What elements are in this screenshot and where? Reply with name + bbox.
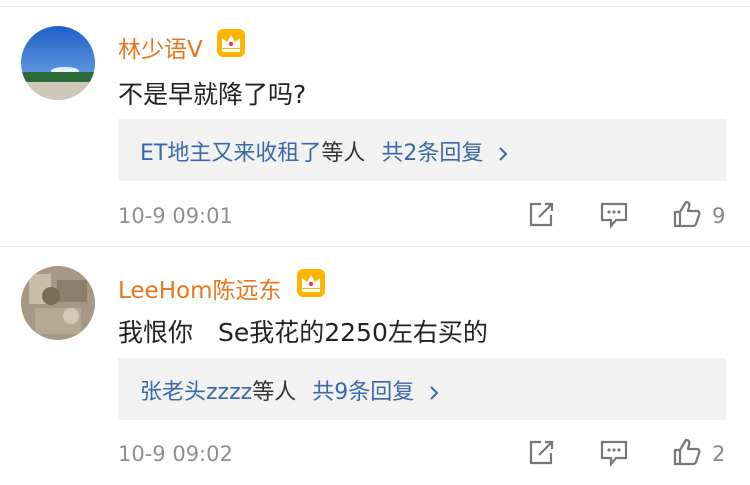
- crown-badge-icon: [297, 269, 325, 297]
- comment-icon[interactable]: [599, 439, 629, 467]
- reply-suffix: 等人: [321, 141, 366, 166]
- username[interactable]: 林少语V: [118, 30, 203, 64]
- avatar[interactable]: [21, 26, 95, 100]
- crown-badge-icon: [217, 29, 245, 57]
- like-icon[interactable]: [672, 437, 702, 467]
- reply-count[interactable]: 共2条回复: [381, 141, 483, 166]
- share-icon[interactable]: [527, 201, 555, 229]
- username[interactable]: LeeHom陈远东: [118, 271, 281, 305]
- comment-item: LeeHom陈远东 我恨你 Se我花的2250左右买的 张老头zzzz等人 共9条…: [0, 246, 750, 485]
- reply-summary[interactable]: 张老头zzzz等人 共9条回复: [118, 358, 726, 420]
- reply-names[interactable]: ET地主又来收租了: [140, 141, 321, 166]
- share-icon[interactable]: [527, 439, 555, 467]
- comment-text: 我恨你 Se我花的2250左右买的: [118, 318, 488, 347]
- reply-suffix: 等人: [252, 380, 297, 405]
- comment-item: 林少语V 不是早就降了吗? ET地主又来收租了等人 共2条回复 10-9 09:0…: [0, 0, 750, 246]
- chevron-right-icon: [499, 147, 508, 161]
- chevron-right-icon: [430, 386, 439, 400]
- reply-summary[interactable]: ET地主又来收租了等人 共2条回复: [118, 119, 726, 181]
- comment-icon[interactable]: [599, 201, 629, 229]
- like-icon[interactable]: [672, 199, 702, 229]
- timestamp: 10-9 09:02: [118, 442, 233, 466]
- like-count: 9: [712, 204, 726, 228]
- avatar[interactable]: [21, 266, 95, 340]
- timestamp: 10-9 09:01: [118, 204, 233, 228]
- like-count: 2: [712, 442, 726, 466]
- comment-text: 不是早就降了吗?: [118, 80, 307, 109]
- reply-count[interactable]: 共9条回复: [312, 380, 414, 405]
- reply-names[interactable]: 张老头zzzz: [140, 380, 252, 405]
